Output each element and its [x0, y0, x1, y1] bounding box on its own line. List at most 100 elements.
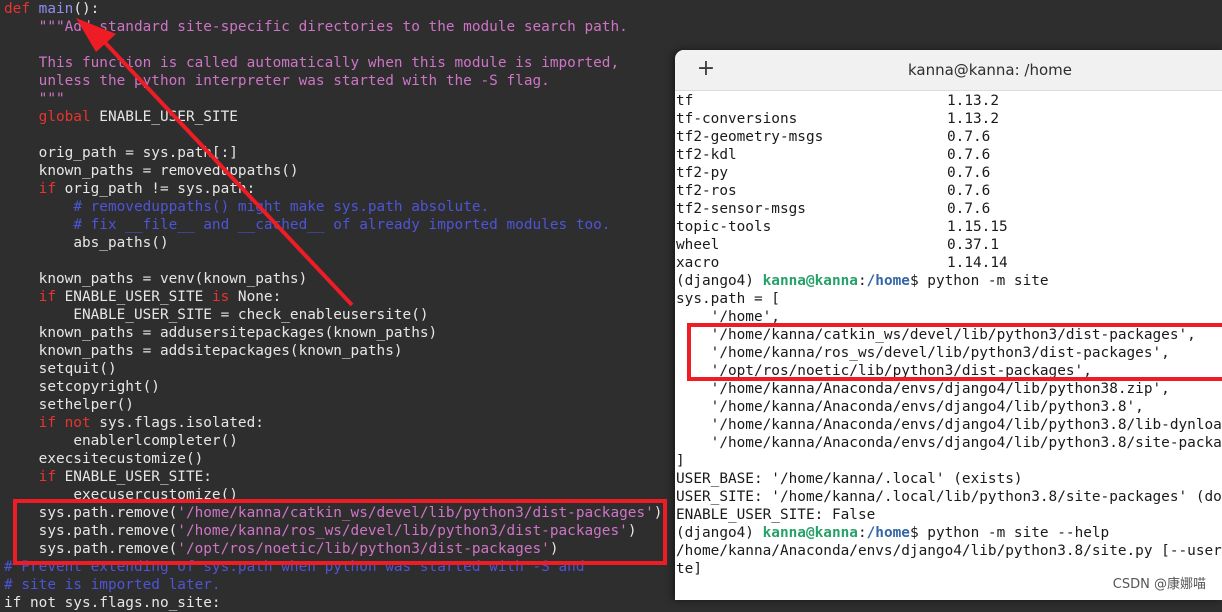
code-text: ENABLE_USER_SITE:: [55, 469, 212, 485]
code-text: ): [653, 505, 663, 521]
prompt-env: (django4): [676, 273, 763, 289]
shell-prompt-line: (django4) kanna@kanna:/home$ python -m s…: [676, 524, 1109, 542]
package-name: wheel: [676, 237, 720, 253]
code-text: None:: [229, 289, 282, 305]
prompt-env: (django4): [676, 525, 763, 541]
csdn-watermark: CSDN @康娜喵: [1112, 573, 1206, 592]
code-line: orig_path = sys.path[:]: [4, 144, 238, 162]
code-text: known_paths = venv(known_paths): [38, 271, 308, 287]
code-line: setcopyright(): [4, 378, 160, 396]
keyword: global: [38, 109, 91, 125]
code-line: sys.path.remove('/home/kanna/ros_ws/deve…: [4, 522, 637, 540]
prompt-user: kanna@kanna: [762, 525, 858, 541]
code-text: sethelper(): [38, 397, 134, 413]
new-tab-plus-icon[interactable]: +: [693, 58, 719, 82]
docstring: unless the python interpreter was starte…: [38, 73, 550, 89]
prompt-path: /home: [866, 273, 910, 289]
code-line: def main():: [4, 0, 99, 18]
code-line: sys.path.remove('/opt/ros/noetic/lib/pyt…: [4, 540, 559, 558]
keyword-def: def: [4, 1, 30, 17]
code-text: sys.path.remove(: [38, 541, 178, 557]
code-text: enablerlcompleter(): [73, 433, 238, 449]
package-version: 0.7.6: [947, 201, 991, 217]
keyword: if: [38, 469, 56, 485]
code-text: execsitecustomize(): [38, 451, 204, 467]
code-line: global ENABLE_USER_SITE: [4, 108, 238, 126]
help-output-line: te]: [676, 561, 702, 577]
code-line: execsitecustomize(): [4, 450, 204, 468]
code-text: ENABLE_USER_SITE: [55, 289, 212, 305]
terminal-output[interactable]: tf 1.13.2 tf-conversions 1.13.2 tf2-geometry…: [675, 92, 1222, 600]
code-text: orig_path != sys.path:: [55, 181, 256, 197]
docstring: """: [38, 91, 65, 107]
prompt-dollar: $: [909, 525, 928, 541]
comment: # Prevent extending of sys.path when pyt…: [4, 559, 585, 575]
syspath-item: '/home',: [676, 309, 780, 325]
help-output-line: /home/kanna/Anaconda/envs/django4/lib/py…: [676, 543, 1222, 559]
code-line: known_paths = venv(known_paths): [4, 270, 308, 288]
terminal-titlebar[interactable]: + kanna@kanna: /home: [675, 50, 1222, 91]
code-line: """: [4, 90, 65, 108]
code-line: known_paths = addsitepackages(known_path…: [4, 342, 403, 360]
terminal-window[interactable]: + kanna@kanna: /home tf 1.13.2 tf-conversi…: [675, 50, 1222, 600]
function-name: main: [38, 1, 74, 17]
syspath-item: '/opt/ros/noetic/lib/python3/dist-packag…: [676, 363, 1092, 379]
keyword: if not: [38, 415, 91, 431]
code-line: """Add standard site-specific directorie…: [4, 18, 628, 36]
code-line: sys.path.remove('/home/kanna/catkin_ws/d…: [4, 504, 663, 522]
code-text: known_paths = removeduppaths(): [38, 163, 299, 179]
terminal-title: kanna@kanna: /home: [907, 61, 1073, 79]
string-literal: '/home/kanna/ros_ws/devel/lib/python3/di…: [177, 523, 628, 539]
syspath-item: '/home/kanna/Anaconda/envs/django4/lib/p…: [676, 399, 1144, 415]
keyword-is: is: [211, 289, 230, 305]
prompt-path: /home: [866, 525, 910, 541]
syspath-open: sys.path = [: [676, 291, 780, 307]
keyword: if: [38, 289, 56, 305]
code-line: if orig_path != sys.path:: [4, 180, 256, 198]
package-name: tf: [676, 93, 694, 109]
code-text: sys.flags.isolated:: [90, 415, 264, 431]
package-version: 0.7.6: [947, 165, 991, 181]
package-name: tf2-ros: [676, 183, 737, 199]
prompt-colon: :: [857, 525, 867, 541]
code-text: sys.path.remove(: [38, 505, 178, 521]
package-name: topic-tools: [676, 219, 772, 235]
shell-prompt-line: (django4) kanna@kanna:/home$ python -m s…: [676, 272, 1049, 290]
code-text: ENABLE_USER_SITE: [90, 109, 238, 125]
code-text: known_paths = addusersitepackages(known_…: [38, 325, 438, 341]
code-text: sys.path.remove(: [38, 523, 178, 539]
syspath-item: '/home/kanna/ros_ws/devel/lib/python3/di…: [676, 345, 1170, 361]
code-line: execusercustomize(): [4, 486, 238, 504]
comment: # fix __file__ and __cached__ of already…: [73, 217, 611, 233]
syspath-item: '/home/kanna/Anaconda/envs/django4/lib/p…: [676, 381, 1170, 397]
package-name: tf2-kdl: [676, 147, 737, 163]
package-version: 1.14.14: [947, 255, 1008, 271]
code-text: setquit(): [38, 361, 117, 377]
syspath-item: '/home/kanna/Anaconda/envs/django4/lib/p…: [676, 417, 1222, 433]
package-version: 1.13.2: [947, 111, 999, 127]
code-line: known_paths = addusersitepackages(known_…: [4, 324, 438, 342]
code-line: ENABLE_USER_SITE = check_enableusersite(…: [4, 306, 428, 324]
package-name: tf-conversions: [676, 111, 798, 127]
user-site-line: USER_SITE: '/home/kanna/.local/lib/pytho…: [676, 489, 1222, 505]
